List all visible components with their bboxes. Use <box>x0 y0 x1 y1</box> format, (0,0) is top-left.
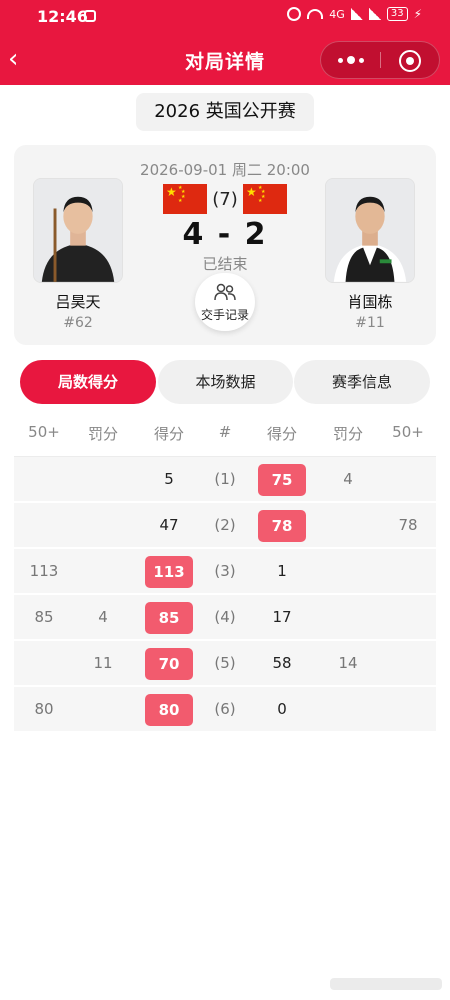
left-50plus-cell: 113 <box>29 562 59 580</box>
table-row: 80 80 (6) 0 <box>14 687 436 733</box>
table-row: 85 4 85 (4) 17 <box>14 595 436 641</box>
signal-icon <box>350 8 363 20</box>
more-dot-icon <box>358 57 364 63</box>
right-score-cell: 17 <box>272 608 292 626</box>
china-flag-icon: ★ ★ ★ ★ ★ <box>243 184 287 214</box>
left-50plus-cell: 85 <box>34 608 54 626</box>
tab-season-info[interactable]: 赛季信息 <box>294 360 430 404</box>
notification-icon <box>84 10 96 22</box>
right-50plus-cell: 78 <box>398 516 418 534</box>
alarm-icon <box>287 7 302 21</box>
tab-frame-scores[interactable]: 局数得分 <box>20 360 156 404</box>
flag-star-icon: ★ <box>246 185 257 199</box>
nav-bar: ‹ 对局详情 <box>0 34 450 85</box>
wifi-icon <box>307 9 324 19</box>
header-right-50plus: 50+ <box>392 423 424 441</box>
users-icon <box>214 283 236 301</box>
left-score-cell: 85 <box>145 602 193 634</box>
player-right-rank: #11 <box>355 315 385 331</box>
head-to-head-button[interactable]: 交手记录 <box>195 273 255 331</box>
right-fouls-cell: 14 <box>338 654 358 672</box>
left-score-cell: 113 <box>145 556 193 588</box>
match-status: 已结束 <box>202 255 248 273</box>
right-score-cell: 1 <box>277 562 287 580</box>
match-score: 4 - 2 <box>182 217 268 252</box>
tab-match-stats[interactable]: 本场数据 <box>158 360 293 404</box>
watermark <box>330 978 442 990</box>
right-score-cell: 75 <box>258 464 306 496</box>
flag-star-icon: ★ <box>166 185 177 199</box>
match-card: 吕昊天 #62 肖国栋 #11 2026-09-01 周二 20:00 ★ ★ … <box>14 145 436 345</box>
player-left-name[interactable]: 吕昊天 <box>33 291 123 312</box>
header-left-score: 得分 <box>153 425 184 443</box>
tournament-name: 2026 英国公开赛 <box>136 93 314 131</box>
more-dot-icon <box>346 56 355 64</box>
frame-number-cell: (6) <box>214 700 236 718</box>
frame-number-cell: (2) <box>214 516 236 534</box>
more-dot-icon <box>337 57 343 63</box>
header-left-fouls: 罚分 <box>87 425 118 443</box>
left-50plus-cell: 80 <box>34 700 54 718</box>
table-row: 47 (2) 78 78 <box>14 503 436 549</box>
left-fouls-cell: 11 <box>93 654 113 672</box>
network-label: 4G <box>329 7 345 21</box>
more-button[interactable] <box>321 42 380 78</box>
capsule-divider <box>380 52 381 68</box>
header-frame-number: # <box>218 423 232 441</box>
table-row: 113 113 (3) 1 <box>14 549 436 595</box>
frame-number-cell: (3) <box>214 562 236 580</box>
left-score-cell: 47 <box>159 516 179 534</box>
right-score-cell: 58 <box>272 654 292 672</box>
right-score-cell: 0 <box>277 700 287 718</box>
header-right-fouls: 罚分 <box>332 425 363 443</box>
status-icons: 4G 33 ⚡ <box>287 7 422 21</box>
table-header: 50+ 罚分 得分 # 得分 罚分 50+ <box>14 409 436 457</box>
left-score-cell: 5 <box>164 470 174 488</box>
right-fouls-cell: 4 <box>343 470 353 488</box>
close-miniapp-button[interactable] <box>399 50 421 72</box>
status-bar: 12:46 4G 33 ⚡ <box>0 0 450 34</box>
match-datetime: 2026-09-01 周二 20:00 <box>140 161 310 179</box>
china-flag-icon: ★ ★ ★ ★ ★ <box>163 184 207 214</box>
player-left-rank: #62 <box>63 315 93 331</box>
left-score-cell: 80 <box>145 694 193 726</box>
frame-number-cell: (4) <box>214 608 236 626</box>
flag-star-icon: ★ <box>178 198 183 204</box>
head-to-head-label: 交手记录 <box>200 308 249 322</box>
status-time: 12:46 <box>37 7 88 26</box>
best-of: (7) <box>212 189 238 210</box>
left-fouls-cell: 4 <box>98 608 108 626</box>
table-row: 5 (1) 75 4 <box>14 457 436 503</box>
table-row: 11 70 (5) 58 14 <box>14 641 436 687</box>
tab-bar: 局数得分 本场数据 赛季信息 <box>20 360 430 404</box>
header-left-50plus: 50+ <box>28 423 60 441</box>
frame-number-cell: (5) <box>214 654 236 672</box>
miniapp-capsule <box>320 41 440 79</box>
charging-icon: ⚡ <box>413 7 422 21</box>
battery-icon: 33 <box>386 7 408 21</box>
player-right-name[interactable]: 肖国栋 <box>325 291 415 312</box>
left-score-cell: 70 <box>145 648 193 680</box>
signal-icon-2 <box>368 8 381 20</box>
right-score-cell: 78 <box>258 510 306 542</box>
frame-number-cell: (1) <box>214 470 236 488</box>
flag-star-icon: ★ <box>258 198 263 204</box>
header-right-score: 得分 <box>266 425 297 443</box>
